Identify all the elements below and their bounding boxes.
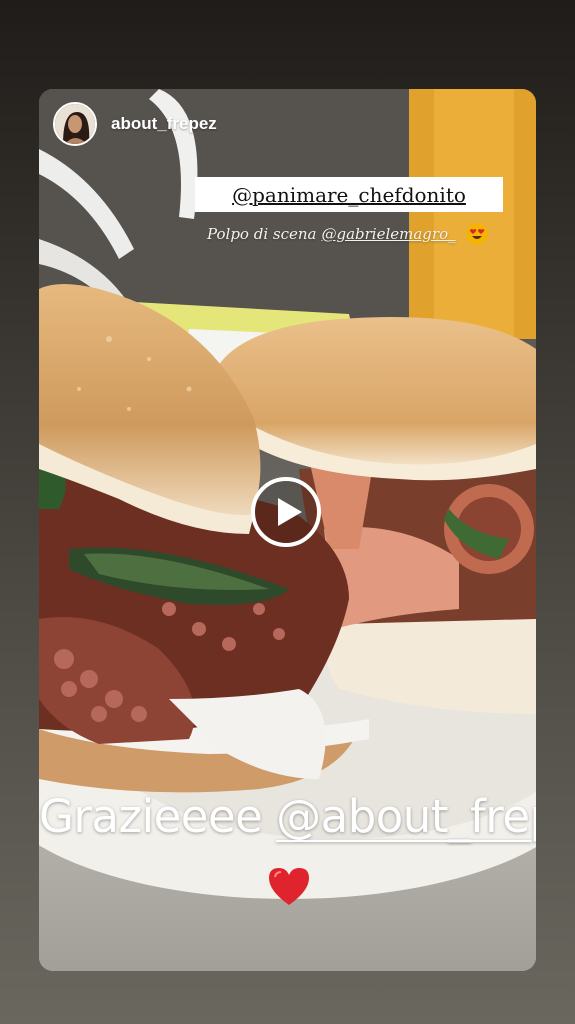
story-caption: Polpo di scena @gabrielemagro_ — [207, 223, 488, 245]
heart-eyes-emoji — [466, 223, 488, 245]
red-heart-emoji — [269, 868, 309, 905]
main-caption-text: Grazieeee — [39, 790, 263, 843]
story-frame[interactable]: about_frepez @panimare_chefdonito Polpo … — [39, 89, 536, 971]
story-username[interactable]: about_frepez — [111, 114, 217, 134]
mention-sticker[interactable]: @panimare_chefdonito — [195, 177, 503, 212]
play-icon[interactable] — [250, 476, 322, 548]
story-header: about_frepez — [53, 101, 217, 147]
caption-mention[interactable]: @gabrielemagro_ — [321, 225, 455, 243]
main-caption: Grazieeee @about_frepez — [39, 790, 536, 843]
main-caption-mention[interactable]: @about_frepez — [276, 790, 536, 843]
caption-text: Polpo di scena — [207, 225, 317, 243]
profile-avatar[interactable] — [53, 102, 97, 146]
